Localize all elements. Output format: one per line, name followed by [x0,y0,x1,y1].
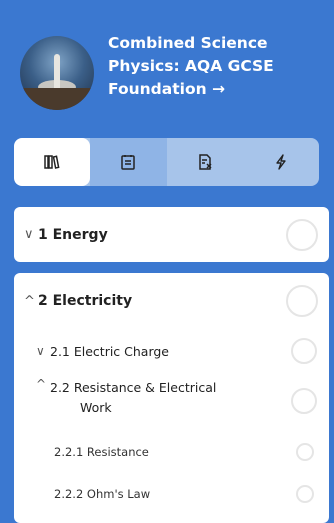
tab-books[interactable] [14,138,91,186]
course-title-line-2: Physics: AQA GCSE [108,57,274,75]
books-icon [44,155,60,169]
tab-clipboard[interactable] [90,138,167,186]
course-title-line-3: Foundation → [108,80,226,98]
chevron-down-icon: ∨ [24,227,34,242]
topic-row[interactable]: 2.2.2 Ohm's Law [14,479,329,509]
progress-ring-icon [286,285,318,317]
progress-ring-icon [296,443,314,461]
progress-ring-icon [286,219,318,251]
topic-title: 2.2.2 Ohm's Law [54,487,151,501]
subsection-title: 2.2 Resistance & Electrical [50,380,217,395]
chevron-up-icon: ^ [36,377,47,391]
clipboard-icon [121,155,136,170]
course-title-link[interactable]: Combined Science Physics: AQA GCSE Found… [108,32,318,101]
progress-ring-icon [291,338,317,364]
course-thumbnail-image [20,36,94,110]
subsection-title-cont: Work [80,400,112,415]
section-title: 1 Energy [38,226,108,243]
subsection-title: 2.1 Electric Charge [50,343,170,359]
lightning-icon [276,154,286,170]
tab-quick[interactable] [243,138,319,186]
section-title: 2 Electricity [38,293,133,309]
test-paper-icon [198,154,212,170]
topic-row[interactable]: 2.2.1 Resistance [14,437,329,467]
view-tabs [14,138,319,186]
tab-test[interactable] [167,138,243,186]
progress-ring-icon [296,485,314,503]
course-title-line-1: Combined Science [108,34,268,52]
chevron-down-icon: ∨ [36,344,45,358]
section-card-energy[interactable]: ∨ 1 Energy [14,207,329,262]
subsection-row[interactable]: ^ 2.2 Resistance & Electrical Work [36,377,276,415]
topic-title: 2.2.1 Resistance [54,445,149,459]
chevron-up-icon: ^ [24,293,35,309]
subsection-row[interactable]: ∨ 2.1 Electric Charge [14,333,329,369]
course-header: Combined Science Physics: AQA GCSE Found… [0,0,334,128]
section-card-electricity[interactable]: ^ 2 Electricity ∨ 2.1 Electric Charge ^ 2… [14,273,329,523]
progress-ring-icon [291,388,317,414]
